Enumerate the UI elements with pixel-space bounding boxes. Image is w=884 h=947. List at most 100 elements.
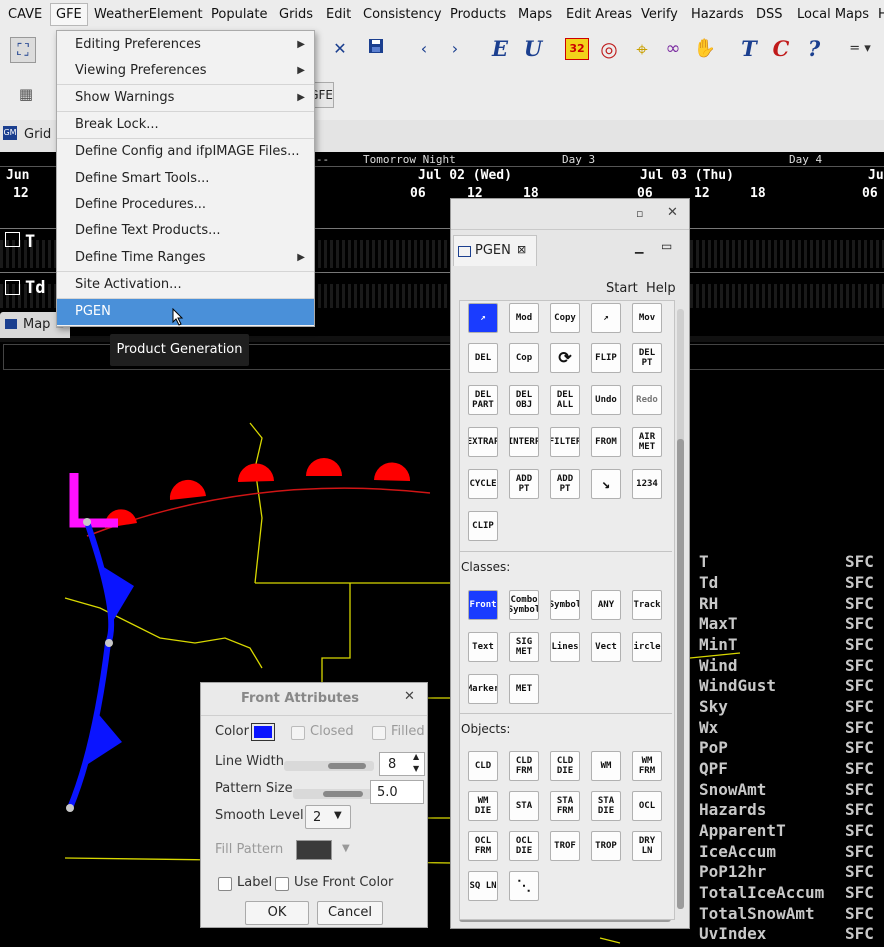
target-icon[interactable]: ◎ xyxy=(597,37,621,61)
mod-button[interactable]: Mod xyxy=(509,303,539,333)
label-checkbox[interactable] xyxy=(218,877,232,891)
class-lines-button[interactable]: Lines xyxy=(550,632,580,662)
weather-element-item[interactable]: MaxT SFC xyxy=(699,614,874,633)
menu-consistency[interactable]: Consistency xyxy=(363,7,442,22)
object-stationary-front-form-button[interactable]: STA FRM xyxy=(550,791,580,821)
menu-item-viewing-preferences[interactable]: Viewing Preferences ▶ xyxy=(57,58,314,84)
menu-verify[interactable]: Verify xyxy=(641,7,678,22)
weather-element-item[interactable]: Sky SFC xyxy=(699,697,874,716)
menu-populate[interactable]: Populate xyxy=(211,7,268,22)
color-swatch[interactable] xyxy=(251,723,275,741)
weather-element-item[interactable]: Td SFC xyxy=(699,573,874,592)
menu-gfe[interactable]: GFE xyxy=(50,3,88,26)
weather-element-item[interactable]: WindGust SFC xyxy=(699,676,874,695)
weather-element-item[interactable]: QPF SFC xyxy=(699,759,874,778)
delete-point-button[interactable]: DEL PT xyxy=(632,343,662,373)
menu-hazards[interactable]: Hazards xyxy=(691,7,744,22)
menu-local-maps[interactable]: Local Maps xyxy=(797,7,869,22)
close-icon[interactable]: ⊠ xyxy=(517,243,526,256)
cancel-button[interactable]: Cancel xyxy=(317,901,383,925)
weather-element-item[interactable]: Wind SFC xyxy=(699,656,874,675)
menu-maps[interactable]: Maps xyxy=(518,7,552,22)
interpolate-button[interactable]: INTERP xyxy=(509,427,539,457)
object-cold-front-die-button[interactable]: CLD DIE xyxy=(550,751,580,781)
weather-element-item[interactable]: ApparentT SFC xyxy=(699,821,874,840)
equals-dropdown[interactable]: = ▾ xyxy=(841,37,879,61)
object-occluded-front-form-button[interactable]: OCL FRM xyxy=(468,831,498,861)
menu-edit[interactable]: Edit xyxy=(326,7,351,22)
closed-checkbox[interactable] xyxy=(291,726,305,740)
copy-button[interactable]: Copy xyxy=(550,303,580,333)
object-stationary-front-die-button[interactable]: STA DIE xyxy=(591,791,621,821)
arrow-button[interactable]: ↗ xyxy=(591,303,621,333)
object-warm-front-form-button[interactable]: WM FRM xyxy=(632,751,662,781)
smooth-level-dropdown[interactable]: 2 ▼ xyxy=(305,805,351,829)
step-forward-icon[interactable]: › xyxy=(443,37,467,61)
text-c-icon[interactable]: C xyxy=(769,37,793,61)
delete-object-button[interactable]: DEL OBJ xyxy=(509,385,539,415)
menu-item-define-text-products[interactable]: Define Text Products... xyxy=(57,218,314,244)
help-menu[interactable]: Help xyxy=(646,281,676,296)
ok-button[interactable]: OK xyxy=(245,901,309,925)
weather-element-item[interactable]: UvIndex SFC xyxy=(699,924,874,943)
spinner-down-icon[interactable]: ▼ xyxy=(413,764,419,773)
row-checkbox[interactable] xyxy=(5,232,20,247)
view-minimize-icon[interactable]: ▁ xyxy=(635,241,643,254)
weather-element-item[interactable]: TotalSnowAmt SFC xyxy=(699,904,874,923)
menu-item-show-warnings[interactable]: Show Warnings ▶ xyxy=(57,85,314,111)
line-width-spinner[interactable]: 8 ▲ ▼ xyxy=(379,752,425,776)
object-tropical-wave-button[interactable]: TROP xyxy=(591,831,621,861)
edit-u-icon[interactable]: U xyxy=(521,37,545,61)
undo-button[interactable]: Undo xyxy=(591,385,621,415)
weather-element-item[interactable]: RH SFC xyxy=(699,594,874,613)
object-dashed-line-button[interactable]: ⋱ xyxy=(509,871,539,901)
extrapolate-button[interactable]: EXTRAP xyxy=(468,427,498,457)
menu-edit-areas[interactable]: Edit Areas xyxy=(566,7,632,22)
menu-item-define-procedures[interactable]: Define Procedures... xyxy=(57,192,314,218)
fill-pattern-swatch[interactable] xyxy=(296,840,332,860)
object-warm-front-die-button[interactable]: WM DIE xyxy=(468,791,498,821)
class-met-button[interactable]: MET xyxy=(509,674,539,704)
delete-all-button[interactable]: DEL ALL xyxy=(550,385,580,415)
class-circles-button[interactable]: Circles xyxy=(632,632,662,662)
weather-element-item[interactable]: IceAccum SFC xyxy=(699,842,874,861)
airmet-button[interactable]: AIR MET xyxy=(632,427,662,457)
class-marker-button[interactable]: Marker xyxy=(468,674,498,704)
object-warm-front-button[interactable]: WM xyxy=(591,751,621,781)
menu-weatherelement[interactable]: WeatherElement xyxy=(94,7,203,22)
text-t-icon[interactable]: T xyxy=(737,37,761,61)
label-1234-button[interactable]: 1234 xyxy=(632,469,662,499)
spinner-up-icon[interactable]: ▲ xyxy=(413,752,419,761)
use-front-color-checkbox[interactable] xyxy=(275,877,289,891)
menu-cave[interactable]: CAVE xyxy=(8,7,42,22)
from-button[interactable]: FROM xyxy=(591,427,621,457)
object-trough-button[interactable]: TROF xyxy=(550,831,580,861)
object-dry-line-button[interactable]: DRY LN xyxy=(632,831,662,861)
menu-grids[interactable]: Grids xyxy=(279,7,313,22)
pattern-size-slider[interactable] xyxy=(293,789,373,799)
class-any-button[interactable]: ANY xyxy=(591,590,621,620)
add-point-x-button[interactable]: ADD PT xyxy=(550,469,580,499)
move-button[interactable]: Mov xyxy=(632,303,662,333)
class-vect-button[interactable]: Vect xyxy=(591,632,621,662)
weather-element-item[interactable]: T SFC xyxy=(699,552,874,571)
weather-element-item[interactable]: PoP12hr SFC xyxy=(699,862,874,881)
object-occluded-front-button[interactable]: OCL xyxy=(632,791,662,821)
filter-button[interactable]: FILTER xyxy=(550,427,580,457)
weather-element-item[interactable]: Hazards SFC xyxy=(699,800,874,819)
chevron-down-icon[interactable]: ▼ xyxy=(342,843,350,854)
weather-element-item[interactable]: MinT SFC xyxy=(699,635,874,654)
grid-tab-label[interactable]: Grid xyxy=(24,127,51,142)
menu-item-break-lock[interactable]: Break Lock... xyxy=(57,112,314,138)
class-front-button[interactable]: Front xyxy=(468,590,498,620)
cop-button[interactable]: Cop xyxy=(509,343,539,373)
grid-row-t[interactable]: T xyxy=(25,232,35,252)
delete-button[interactable]: DEL xyxy=(468,343,498,373)
object-cold-front-form-button[interactable]: CLD FRM xyxy=(509,751,539,781)
weather-element-item[interactable]: TotalIceAccum SFC xyxy=(699,883,874,902)
pattern-size-spinner[interactable]: 5.0 xyxy=(370,780,424,804)
weather-element-item[interactable]: PoP SFC xyxy=(699,738,874,757)
warnings-badge[interactable]: 32 xyxy=(565,38,589,60)
cross-tool-icon[interactable]: ✕ xyxy=(328,37,352,61)
save-icon[interactable] xyxy=(364,37,388,61)
